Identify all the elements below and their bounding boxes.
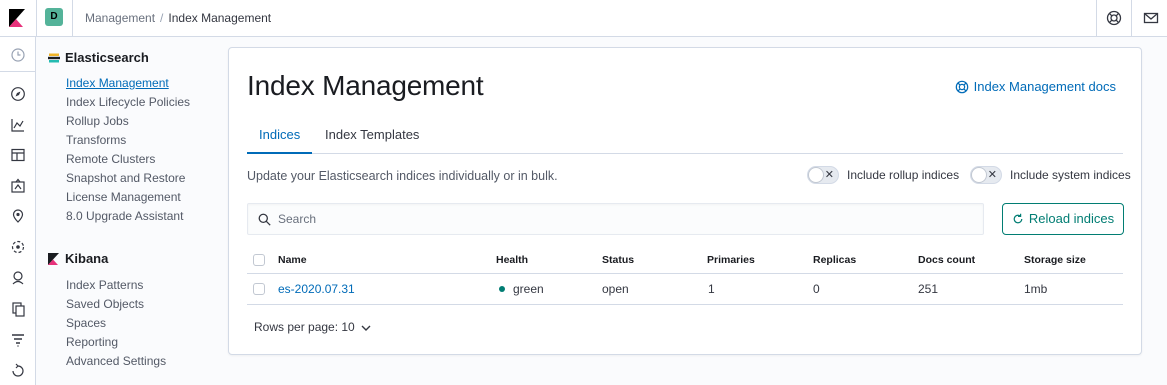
- reload-indices-button[interactable]: Reload indices: [1002, 203, 1124, 235]
- page-title: Index Management: [247, 70, 484, 101]
- sidebar-item-advanced-settings[interactable]: Advanced Settings: [66, 353, 166, 369]
- table-row: es-2020.07.31 green open 1 0 251 1mb: [247, 274, 1123, 305]
- management-sidebar: Elasticsearch Index Management Index Lif…: [36, 37, 226, 385]
- close-icon: ✕: [987, 169, 997, 181]
- table-header: Name Health Status Primaries Replicas Do…: [247, 246, 1123, 274]
- kibana-logo-icon[interactable]: [9, 9, 25, 27]
- sidebar-section-title-kibana: Kibana: [65, 251, 109, 266]
- select-all-checkbox[interactable]: [253, 253, 265, 266]
- row-checkbox[interactable]: [253, 283, 265, 295]
- column-header-storage-size[interactable]: Storage size: [1024, 246, 1086, 273]
- tab-indices[interactable]: Indices: [247, 118, 313, 154]
- column-header-primaries[interactable]: Primaries: [707, 246, 755, 273]
- docs-link[interactable]: Index Management docs: [955, 79, 1116, 94]
- rail-divider: [0, 71, 36, 72]
- sidebar-item-license-management[interactable]: License Management: [66, 189, 181, 205]
- mail-icon[interactable]: [1143, 10, 1159, 26]
- kibana-logo-icon: [48, 253, 59, 265]
- rows-per-page-button[interactable]: Rows per page: 10: [254, 320, 371, 334]
- indices-table: Name Health Status Primaries Replicas Do…: [247, 246, 1123, 305]
- sidebar-item-reporting[interactable]: Reporting: [66, 334, 118, 350]
- reload-indices-label: Reload indices: [1028, 211, 1115, 226]
- health-value: green: [513, 282, 544, 296]
- sidebar-item-spaces[interactable]: Spaces: [66, 315, 106, 331]
- search-icon: [258, 213, 271, 226]
- row-select-cell: [253, 274, 265, 304]
- sidebar-item-snapshot-restore[interactable]: Snapshot and Restore: [66, 170, 185, 186]
- help-lifebuoy-icon: [955, 80, 968, 94]
- breadcrumb-management[interactable]: Management: [85, 11, 155, 25]
- header-divider: [1131, 0, 1132, 37]
- recent-clock-icon[interactable]: [10, 47, 26, 63]
- header-divider: [72, 0, 73, 37]
- toggle-include-rollup[interactable]: ✕ Include rollup indices: [807, 166, 959, 186]
- docs-count-value: 251: [918, 282, 939, 296]
- system-switch-label: Include system indices: [1010, 168, 1131, 182]
- discover-compass-icon[interactable]: [10, 86, 26, 102]
- canvas-icon[interactable]: [10, 178, 26, 194]
- top-header: D Management / Index Management: [0, 0, 1167, 37]
- sidebar-item-rollup-jobs[interactable]: Rollup Jobs: [66, 113, 129, 129]
- close-icon: ✕: [824, 169, 834, 181]
- refresh-icon: [1013, 213, 1023, 224]
- column-header-name[interactable]: Name: [278, 246, 307, 273]
- primaries-value: 1: [708, 282, 715, 296]
- dashboard-icon[interactable]: [10, 147, 26, 163]
- nav-rail: [0, 37, 36, 385]
- system-switch[interactable]: ✕: [970, 166, 1002, 184]
- column-header-status[interactable]: Status: [602, 246, 634, 273]
- sidebar-item-index-management[interactable]: Index Management: [66, 75, 169, 91]
- toggle-include-system[interactable]: ✕ Include system indices: [970, 166, 1131, 186]
- uptime-icon[interactable]: [10, 362, 26, 378]
- rollup-switch[interactable]: ✕: [807, 166, 839, 184]
- header-divider: [36, 0, 37, 37]
- health-cell: green: [499, 274, 544, 304]
- sidebar-item-saved-objects[interactable]: Saved Objects: [66, 296, 144, 312]
- replicas-value: 0: [813, 282, 820, 296]
- logs-icon[interactable]: [10, 301, 26, 317]
- sidebar-item-remote-clusters[interactable]: Remote Clusters: [66, 151, 155, 167]
- help-icon[interactable]: [1106, 10, 1122, 26]
- maps-pin-icon[interactable]: [10, 208, 26, 224]
- page-description: Update your Elasticsearch indices indivi…: [247, 169, 558, 183]
- health-dot-icon: [499, 286, 505, 292]
- index-name-link[interactable]: es-2020.07.31: [278, 274, 355, 304]
- status-value: open: [602, 282, 629, 296]
- storage-size-value: 1mb: [1024, 282, 1048, 296]
- visualize-chart-icon[interactable]: [10, 117, 26, 133]
- sidebar-item-index-patterns[interactable]: Index Patterns: [66, 277, 143, 293]
- docs-link-label: Index Management docs: [973, 79, 1116, 94]
- column-header-health[interactable]: Health: [496, 246, 528, 273]
- sidebar-item-upgrade-assistant[interactable]: 8.0 Upgrade Assistant: [66, 208, 183, 224]
- space-avatar[interactable]: D: [45, 8, 63, 26]
- apm-icon[interactable]: [10, 332, 26, 348]
- tab-index-templates[interactable]: Index Templates: [313, 118, 431, 154]
- tab-bar: Indices Index Templates: [247, 118, 1123, 154]
- column-header-replicas[interactable]: Replicas: [813, 246, 856, 273]
- ml-icon[interactable]: [10, 239, 26, 255]
- chevron-down-icon: [361, 325, 371, 331]
- elasticsearch-logo-icon: [48, 53, 60, 63]
- search-box: [247, 203, 984, 235]
- search-input[interactable]: [278, 204, 968, 234]
- breadcrumb: Management / Index Management: [85, 0, 271, 37]
- column-header-docs-count[interactable]: Docs count: [918, 246, 975, 273]
- sidebar-item-index-lifecycle-policies[interactable]: Index Lifecycle Policies: [66, 94, 190, 110]
- rollup-switch-label: Include rollup indices: [847, 168, 960, 182]
- header-divider: [1096, 0, 1097, 37]
- select-all-cell: [253, 246, 265, 273]
- breadcrumb-current: Index Management: [168, 11, 272, 25]
- sidebar-item-transforms[interactable]: Transforms: [66, 132, 126, 148]
- metrics-icon[interactable]: [10, 270, 26, 286]
- sidebar-section-title-elasticsearch: Elasticsearch: [65, 50, 149, 65]
- index-management-panel: Index Management Index Management docs I…: [228, 47, 1142, 355]
- rows-per-page-label: Rows per page: 10: [254, 320, 355, 334]
- breadcrumb-separator: /: [160, 11, 164, 25]
